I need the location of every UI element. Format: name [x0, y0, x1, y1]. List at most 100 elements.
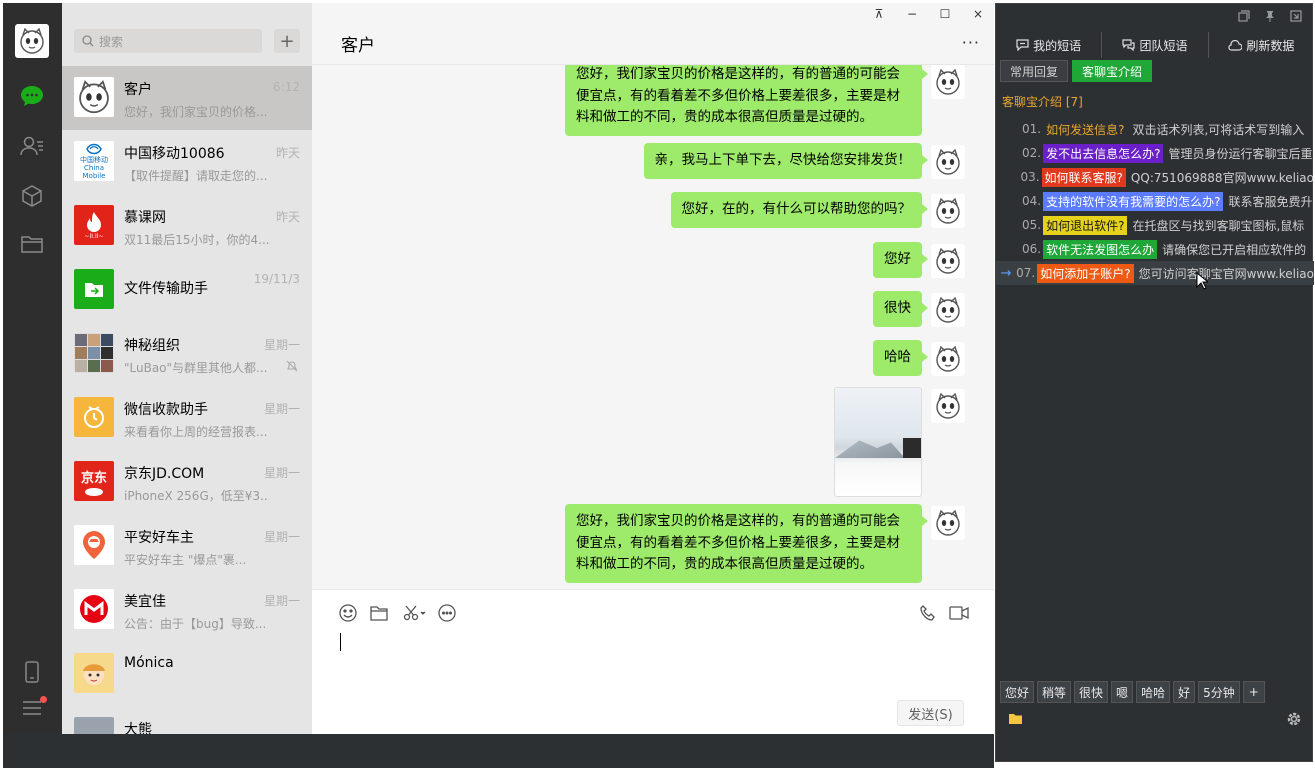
sub-tab-common-replies[interactable]: 常用回复 [1000, 60, 1069, 82]
message-input-area[interactable]: 发送(S) [312, 589, 994, 734]
pin-icon[interactable] [1264, 10, 1276, 22]
phrase-number: 03. [1020, 170, 1040, 184]
chat-name: 美宜佳 [124, 594, 166, 610]
sender-avatar[interactable] [931, 293, 965, 327]
mouse-cursor-icon [1196, 272, 1208, 290]
more-options-button[interactable]: ··· [962, 33, 980, 52]
chat-item-payment-assistant[interactable]: 微信收款助手 星期一 来看看你上周的经营报表... [62, 386, 312, 450]
sender-avatar[interactable] [931, 65, 965, 99]
cartoon-girl-icon [83, 664, 105, 685]
phrase-number: 05. [1022, 218, 1042, 232]
sender-avatar[interactable] [931, 506, 965, 540]
user-avatar[interactable] [15, 24, 49, 58]
sender-avatar[interactable] [931, 145, 965, 179]
video-call-icon[interactable] [948, 603, 970, 623]
phone-icon[interactable] [19, 659, 45, 685]
folder-icon[interactable] [1009, 713, 1022, 724]
chat-item-file-transfer[interactable]: 文件传输助手 19/11/3 [62, 258, 312, 322]
folder-icon[interactable] [19, 231, 45, 257]
quick-phrase-button[interactable]: 稍等 [1037, 681, 1072, 703]
phone-call-icon[interactable] [918, 603, 938, 623]
screenshot-scissors-icon[interactable] [402, 603, 428, 623]
chat-preview: 双11最后15小时，你的4... [124, 233, 269, 247]
quick-phrase-button[interactable]: 好 [1173, 681, 1196, 703]
phrase-item[interactable]: 01. 如何发送信息? 双击话术列表,可将话术写到输入 [996, 117, 1314, 141]
folder-icon[interactable] [369, 603, 389, 623]
tab-team-phrases[interactable]: 团队短语 [1102, 32, 1209, 58]
message-bubble[interactable]: 哈哈 [873, 340, 928, 376]
chat-bubble-icon[interactable] [437, 603, 457, 623]
message-bubble[interactable]: 很快 [873, 291, 928, 327]
quick-phrase-button[interactable]: 5分钟 [1198, 681, 1240, 703]
phrase-number: 06. [1022, 242, 1042, 256]
chat-item-jd[interactable]: 京东 京东JD.COM 星期一 iPhoneX 256G，低至¥3... [62, 450, 312, 514]
chat-time: 星期一 [263, 466, 300, 480]
send-button[interactable]: 发送(S) [897, 700, 964, 726]
quick-phrase-button[interactable]: 哈哈 [1136, 681, 1171, 703]
plugin-window-controls [1238, 10, 1302, 22]
maximize-button[interactable]: ☐ [935, 7, 955, 21]
phrase-title: 软件无法发图怎么办 [1043, 239, 1158, 259]
avatar-cat-icon [936, 197, 960, 224]
search-input[interactable]: 搜索 [74, 29, 262, 53]
tab-label: 刷新数据 [1246, 38, 1295, 53]
message-bubble[interactable]: 您好，在的，有什么可以帮助您的吗？ [670, 192, 928, 228]
sender-avatar[interactable] [931, 389, 965, 423]
message-bubble[interactable]: 亲，我马上下单下去，尽快给您安排发货！ [643, 143, 928, 179]
chat-item-imooc[interactable]: ~II.II~ 慕课网 昨天 双11最后15小时，你的4... [62, 194, 312, 258]
sender-avatar[interactable] [931, 244, 965, 278]
sub-tab-intro[interactable]: 客聊宝介绍 [1072, 60, 1153, 82]
phrase-item[interactable]: 02. 发不出去信息怎么办? 管理员身份运行客聊宝后重 [996, 141, 1314, 165]
phrase-item[interactable]: → 07. 如何添加子账户? 您可访问客聊宝官网www.keliao [996, 261, 1314, 285]
chat-item-mystery-group[interactable]: 神秘组织 星期一 "LuBao"与群里其他人都... [62, 322, 312, 386]
add-quick-phrase-button[interactable]: + [1242, 681, 1265, 703]
pin-window-button[interactable]: ⊼ [869, 7, 889, 21]
copy-icon[interactable] [1238, 10, 1250, 22]
collapse-icon[interactable] [1290, 10, 1302, 22]
avatar [74, 589, 114, 629]
message-bubble[interactable]: 您好，我们家宝贝的价格是这样的，有的普通的可能会便宜点，有的看着差不多但价格上要… [565, 504, 928, 583]
avatar-cat-icon [936, 345, 960, 372]
avatar-text: 中国移动 China Mobile [80, 156, 108, 180]
cube-icon[interactable] [19, 183, 45, 209]
sender-avatar[interactable] [931, 342, 965, 376]
phrase-title: 如何发送信息? [1043, 119, 1128, 139]
sender-avatar[interactable] [931, 194, 965, 228]
tab-refresh-data[interactable]: 刷新数据 [1209, 32, 1314, 58]
payment-clock-icon [84, 406, 104, 428]
quick-phrase-button[interactable]: 您好 [1000, 681, 1035, 703]
phrase-item[interactable]: 04. 支持的软件没有我需要的怎么办? 联系客服免费升 [996, 189, 1314, 213]
notification-dot [40, 696, 47, 703]
contacts-icon[interactable] [19, 133, 45, 159]
chat-main-panel: 客户 ⊼ − ☐ × ··· 您好，我们家宝贝的价格是这样的，有的普通的可能会便… [312, 3, 994, 734]
phrase-item[interactable]: 03. 如何联系客服? QQ:751069888官网www.keliao [996, 165, 1314, 189]
emoji-icon[interactable] [338, 603, 358, 623]
avatar-text: ~II.II~ [84, 232, 104, 240]
chat-name: 文件传输助手 [124, 281, 208, 297]
chat-icon[interactable] [19, 83, 45, 109]
phrase-item[interactable]: 05. 如何退出软件? 在托盘区与找到客聊宝图标,鼠标 [996, 213, 1314, 237]
image-message[interactable] [834, 387, 922, 497]
chat-item-meiyijia[interactable]: 美宜佳 星期一 公告：由于【bug】导致... [62, 578, 312, 642]
phrase-item[interactable]: 06. 软件无法发图怎么办 请确保您已开启相应软件的 [996, 237, 1314, 261]
minimize-button[interactable]: − [902, 7, 922, 21]
chat-item-customer[interactable]: 客户 6:12 您好，我们家宝贝的价格... [62, 66, 312, 130]
chat-item-monica[interactable]: Mónica [62, 642, 312, 706]
chat-item-pingan[interactable]: 平安好车主 星期一 平安好车主 "爆点"裹... [62, 514, 312, 578]
close-button[interactable]: × [968, 7, 988, 21]
cloud-icon [1228, 39, 1243, 51]
chat-time: 19/11/3 [253, 272, 300, 286]
group-avatar [74, 333, 114, 373]
message-bubble[interactable]: 您好 [873, 242, 928, 278]
chat-item-china-mobile[interactable]: 中国移动 China Mobile 中国移动10086 昨天 【取件提醒】请取走… [62, 130, 312, 194]
message-bubble[interactable]: 您好，我们家宝贝的价格是这样的，有的普通的可能会便宜点，有的看着差不多但价格上要… [565, 65, 928, 136]
quick-phrase-button[interactable]: 很快 [1074, 681, 1109, 703]
phrase-text: 在托盘区与找到客聊宝图标,鼠标 [1132, 218, 1305, 233]
chat-item-daxiong[interactable]: 大熊 [62, 706, 312, 734]
pingan-pin-icon [83, 531, 105, 559]
quick-phrase-button[interactable]: 嗯 [1111, 681, 1134, 703]
settings-gear-icon[interactable] [1286, 711, 1302, 727]
tab-my-phrases[interactable]: 我的短语 [996, 32, 1103, 58]
add-button[interactable]: + [274, 29, 300, 53]
avatar-cat-icon [936, 509, 960, 536]
